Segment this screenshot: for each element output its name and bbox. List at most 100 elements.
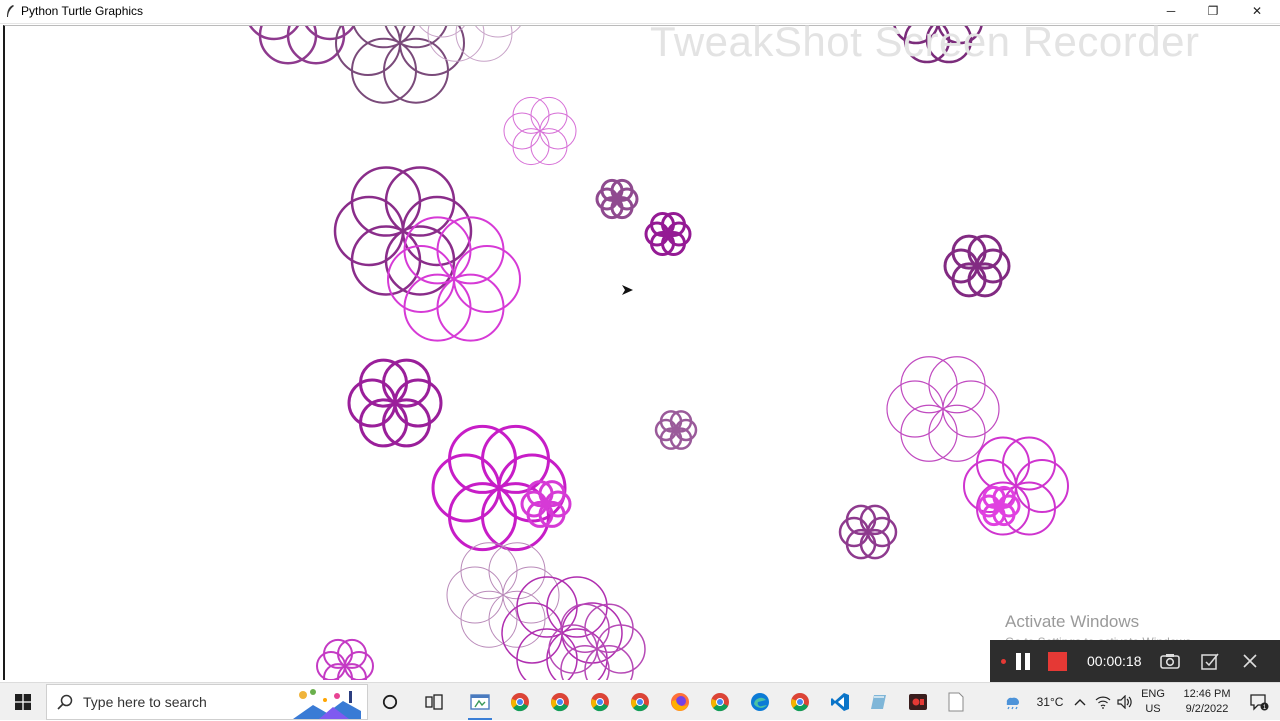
flower-pattern xyxy=(838,504,898,560)
action-center-button[interactable]: 1 xyxy=(1243,683,1275,721)
weather-rain-icon xyxy=(1006,697,1020,710)
taskbar-app-firefox[interactable] xyxy=(660,683,700,721)
taskbar-app-chrome-2[interactable] xyxy=(540,683,580,721)
search-highlight-illustration-icon xyxy=(293,689,361,719)
close-icon: ✕ xyxy=(1251,4,1263,18)
flower-pattern xyxy=(503,96,577,166)
windows-logo-icon xyxy=(15,694,31,710)
python-feather-icon xyxy=(7,5,14,17)
flower-pattern xyxy=(387,216,521,342)
edge-icon xyxy=(751,693,769,711)
chrome-icon xyxy=(551,693,569,712)
chevron-up-icon xyxy=(1074,699,1086,706)
chrome-icon xyxy=(631,693,649,712)
firefox-icon xyxy=(671,693,689,711)
taskbar-app-notes[interactable] xyxy=(858,683,898,721)
weather-button[interactable] xyxy=(997,683,1027,721)
activate-title: Activate Windows xyxy=(1005,612,1140,631)
flower-pattern xyxy=(654,410,698,450)
recorder-control-bar: 00:00:18 xyxy=(990,640,1280,682)
flower-pattern xyxy=(335,26,465,104)
taskbar-app-chrome-5[interactable] xyxy=(700,683,740,721)
close-button[interactable]: ✕ xyxy=(1236,0,1278,22)
flower-pattern xyxy=(886,356,1000,462)
restore-button[interactable]: ❐ xyxy=(1192,0,1234,22)
restore-icon: ❐ xyxy=(1207,4,1219,18)
clock[interactable]: 12:46 PM 9/2/2022 xyxy=(1173,683,1241,721)
blank-file-icon xyxy=(948,692,964,712)
window-titlebar[interactable]: Python Turtle Graphics ─ ❐ ✕ xyxy=(0,0,1280,24)
recorder-app-icon xyxy=(909,694,927,710)
turtle-drawing xyxy=(248,26,1069,680)
turtle-canvas[interactable] xyxy=(3,25,1280,680)
taskbar-app-chrome-6[interactable] xyxy=(780,683,820,721)
chrome-icon xyxy=(791,693,809,712)
chrome-icon xyxy=(591,693,609,712)
clock-time: 12:46 PM xyxy=(1183,688,1231,700)
language-code: ENG xyxy=(1141,688,1165,700)
flower-pattern xyxy=(431,424,567,552)
flower-circle xyxy=(248,26,300,41)
recording-timer: 00:00:18 xyxy=(1087,653,1142,669)
chrome-icon xyxy=(511,693,529,712)
recording-indicator-icon xyxy=(1001,658,1006,664)
keyboard-layout: US xyxy=(1145,703,1161,715)
minimize-button[interactable]: ─ xyxy=(1150,0,1192,22)
flower-pattern xyxy=(316,638,374,680)
minimize-icon: ─ xyxy=(1166,4,1176,18)
window-app-icon xyxy=(470,694,490,710)
close-icon xyxy=(1242,654,1257,668)
screenshot-button[interactable] xyxy=(1158,649,1182,673)
vscode-icon xyxy=(831,693,849,711)
flower-pattern xyxy=(333,166,473,296)
taskbar-app-recorder[interactable] xyxy=(898,683,938,721)
flower-pattern xyxy=(520,480,572,528)
flower-pattern xyxy=(644,211,692,257)
flower-pattern xyxy=(248,26,356,65)
flower-circle xyxy=(475,26,521,38)
language-indicator[interactable]: ENG US xyxy=(1137,683,1169,721)
flower-pattern xyxy=(595,178,639,220)
wifi-icon xyxy=(1095,696,1111,709)
network-button[interactable] xyxy=(1093,683,1113,721)
flower-pattern xyxy=(977,485,1021,527)
search-icon xyxy=(57,694,73,710)
chrome-icon xyxy=(711,693,729,712)
search-placeholder: Type here to search xyxy=(83,694,207,710)
flower-pattern xyxy=(446,542,560,648)
turtle-cursor-icon xyxy=(622,285,633,295)
temperature-label: 31°C xyxy=(1036,695,1064,709)
taskbar-app-chrome-3[interactable] xyxy=(580,683,620,721)
flower-pattern xyxy=(893,26,983,64)
flower-circle xyxy=(304,26,356,41)
annotate-button[interactable] xyxy=(1198,649,1222,673)
notification-icon: 1 xyxy=(1250,694,1269,711)
taskbar-app-file[interactable] xyxy=(936,683,976,721)
pause-button[interactable] xyxy=(1016,652,1030,670)
flower-pattern xyxy=(347,358,443,448)
flower-circle xyxy=(352,26,416,49)
cortana-button[interactable] xyxy=(370,683,410,721)
taskbar-app-python-turtle[interactable] xyxy=(460,683,500,721)
start-button[interactable] xyxy=(0,683,46,721)
camera-icon xyxy=(1159,654,1180,669)
taskbar-app-chrome-1[interactable] xyxy=(500,683,540,721)
show-hidden-icons-button[interactable] xyxy=(1071,683,1089,721)
taskbar-app-vscode[interactable] xyxy=(820,683,860,721)
stop-button[interactable] xyxy=(1048,651,1067,671)
taskbar-app-edge[interactable] xyxy=(740,683,780,721)
edit-checkbox-icon xyxy=(1200,653,1219,670)
window-title: Python Turtle Graphics xyxy=(21,4,144,18)
flower-pattern xyxy=(963,436,1069,536)
task-view-icon xyxy=(425,694,443,710)
flower-pattern xyxy=(943,234,1011,298)
taskbar-search-box[interactable]: Type here to search xyxy=(46,684,368,720)
recorder-close-button[interactable] xyxy=(1238,649,1262,673)
volume-button[interactable] xyxy=(1115,683,1135,721)
cortana-circle-icon xyxy=(382,694,398,710)
notes-app-icon xyxy=(871,695,886,709)
taskbar: Type here to search 31°C ENG US 12:46 PM… xyxy=(0,682,1280,720)
taskbar-app-chrome-4[interactable] xyxy=(620,683,660,721)
task-view-button[interactable] xyxy=(414,683,454,721)
speaker-icon xyxy=(1117,695,1132,709)
